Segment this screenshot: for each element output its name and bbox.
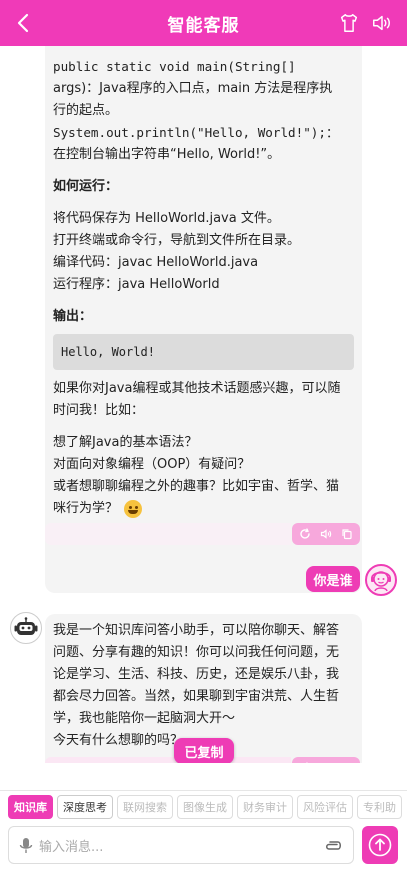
header-bar: 智能客服	[0, 0, 407, 46]
message-line: args)：Java程序的入口点，main 方法是程序执	[53, 81, 333, 96]
message-line: 咪行为学？	[53, 501, 119, 516]
send-button[interactable]	[362, 826, 398, 864]
message-line: 行的起点。	[53, 103, 119, 118]
robot-icon	[14, 617, 38, 635]
message-line: 如果你对Java编程或其他技术话题感兴趣，可以随	[53, 381, 341, 396]
section-heading: 如何运行：	[53, 179, 119, 194]
message-line: 或者想聊聊编程之外的趣事？比如宇宙、哲学、猫	[53, 479, 340, 494]
chip-web-search[interactable]: 联网搜索	[117, 795, 173, 819]
message-action-bar	[45, 757, 291, 763]
message-line: public static void main(String[]	[53, 59, 296, 74]
page-title: 智能客服	[167, 15, 240, 36]
input-placeholder: 输入消息...	[39, 840, 104, 855]
message-line: 在控制台输出字符串“Hello, World!”。	[53, 147, 281, 162]
chat-area[interactable]: public static void main(String[] args)：J…	[0, 46, 407, 763]
chevron-left-icon[interactable]	[12, 11, 36, 35]
message-line: 运行程序：java HelloWorld	[53, 277, 220, 292]
copy-icon[interactable]	[339, 760, 355, 763]
message-line-with-emoji: 咪行为学？	[53, 498, 354, 520]
arrow-up-icon	[368, 833, 392, 857]
message-line: 想了解Java的基本语法？	[53, 435, 198, 450]
message-line: 时问我！比如：	[53, 403, 145, 418]
feature-toolbar: 知识库 深度思考 联网搜索 图像生成 财务审计 风险评估 专利助	[0, 790, 407, 822]
bot-message-bubble: public static void main(String[] args)：J…	[45, 46, 362, 593]
speaker-icon[interactable]	[371, 12, 393, 34]
user-message-bubble: 你是谁	[306, 566, 360, 592]
refresh-icon[interactable]	[297, 526, 313, 542]
message-line: 都会尽力回答。当然，如果聊到宇宙洪荒、人生哲	[53, 689, 340, 704]
message-input[interactable]: 输入消息...	[8, 826, 354, 864]
grin-emoji-icon	[124, 499, 143, 518]
message-line: 论是学习、生活、科技、历史，还是娱乐八卦，我	[53, 667, 340, 682]
message-action-bar	[45, 523, 291, 545]
paperclip-icon[interactable]	[323, 837, 345, 855]
chip-financial-audit[interactable]: 财务审计	[237, 795, 293, 819]
message-line: 问题、分享有趣的知识！你可以问我任何问题，无	[53, 645, 340, 660]
code-block: Hello, World!	[53, 334, 354, 370]
bot-avatar	[10, 612, 42, 644]
message-actions	[292, 523, 360, 545]
refresh-icon[interactable]	[297, 760, 313, 763]
message-line: 我是一个知识库问答小助手，可以陪你聊天、解答	[53, 623, 340, 638]
input-bar: 输入消息...	[0, 822, 407, 879]
user-face-icon	[371, 571, 391, 592]
chip-deep-thinking[interactable]: 深度思考	[57, 795, 113, 819]
message-actions	[292, 757, 360, 763]
copied-toast: 已复制	[174, 738, 234, 763]
chip-patent-assistant[interactable]: 专利助	[357, 795, 402, 819]
chip-knowledge-base[interactable]: 知识库	[8, 795, 53, 819]
microphone-icon[interactable]	[18, 837, 34, 855]
message-line: 对面向对象编程（OOP）有疑问？	[53, 457, 251, 472]
message-line: 将代码保存为 HelloWorld.java 文件。	[53, 211, 280, 226]
message-line: 学，我也能陪你一起脑洞大开～	[53, 711, 236, 726]
code-text: Hello, World!	[61, 345, 155, 359]
chip-risk-assessment[interactable]: 风险评估	[297, 795, 353, 819]
speaker-icon[interactable]	[318, 526, 334, 542]
shirt-icon[interactable]	[338, 12, 360, 34]
message-line: System.out.println("Hello, World!");：	[53, 125, 339, 140]
chip-image-generation[interactable]: 图像生成	[177, 795, 233, 819]
user-avatar[interactable]	[365, 564, 397, 596]
message-line: 打开终端或命令行，导航到文件所在目录。	[53, 233, 301, 248]
copy-icon[interactable]	[339, 526, 355, 542]
speaker-icon[interactable]	[318, 760, 334, 763]
section-heading: 输出：	[53, 309, 93, 324]
message-line: 编译代码：javac HelloWorld.java	[53, 255, 259, 270]
